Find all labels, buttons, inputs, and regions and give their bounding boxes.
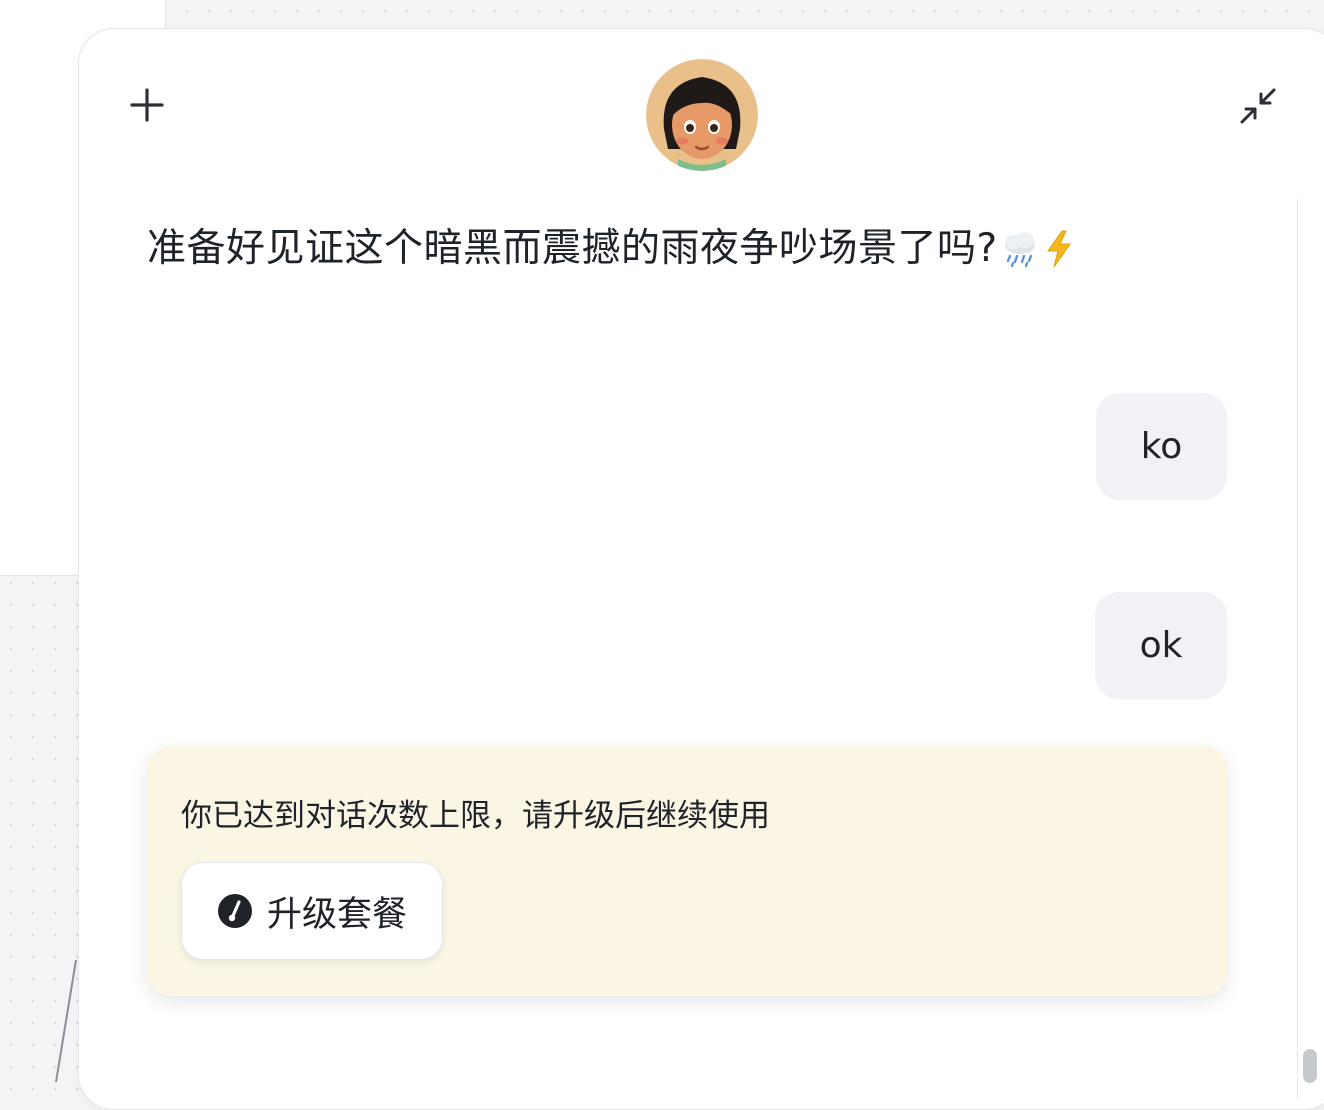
scrollbar-track[interactable]: [1297, 199, 1298, 1099]
assistant-message-text: 准备好见证这个暗黑而震撼的雨夜争吵场景了吗?: [147, 226, 998, 271]
girl-avatar-icon: [646, 59, 758, 171]
upgrade-plan-label: 升级套餐: [266, 894, 407, 935]
user-message-text: ok: [1139, 625, 1183, 666]
lightning-icon: [1042, 229, 1076, 269]
cloud-rain-icon: [1000, 229, 1040, 269]
new-chat-button[interactable]: [129, 87, 165, 123]
scrollbar-thumb[interactable]: [1303, 1049, 1317, 1083]
collapse-button[interactable]: [1237, 85, 1279, 127]
chat-panel: 准备好见证这个暗黑而震撼的雨夜争吵场景了吗? ko ok 你已达到对话次数上限，…: [78, 28, 1324, 1110]
background-connector-line: [55, 960, 77, 1082]
user-message-bubble: ko: [1096, 393, 1227, 500]
usage-limit-notice: 你已达到对话次数上限，请升级后继续使用 升级套餐: [147, 746, 1227, 996]
gauge-icon: [217, 893, 253, 929]
user-message-bubble: ok: [1095, 592, 1227, 699]
user-message-text: ko: [1140, 426, 1183, 467]
usage-limit-text: 你已达到对话次数上限，请升级后继续使用: [181, 798, 770, 834]
upgrade-plan-button[interactable]: 升级套餐: [181, 862, 443, 960]
avatar: [646, 59, 758, 171]
assistant-message: 准备好见证这个暗黑而震撼的雨夜争吵场景了吗?: [147, 221, 1147, 277]
collapse-arrows-icon: [1240, 88, 1276, 124]
plus-icon: [130, 88, 164, 122]
